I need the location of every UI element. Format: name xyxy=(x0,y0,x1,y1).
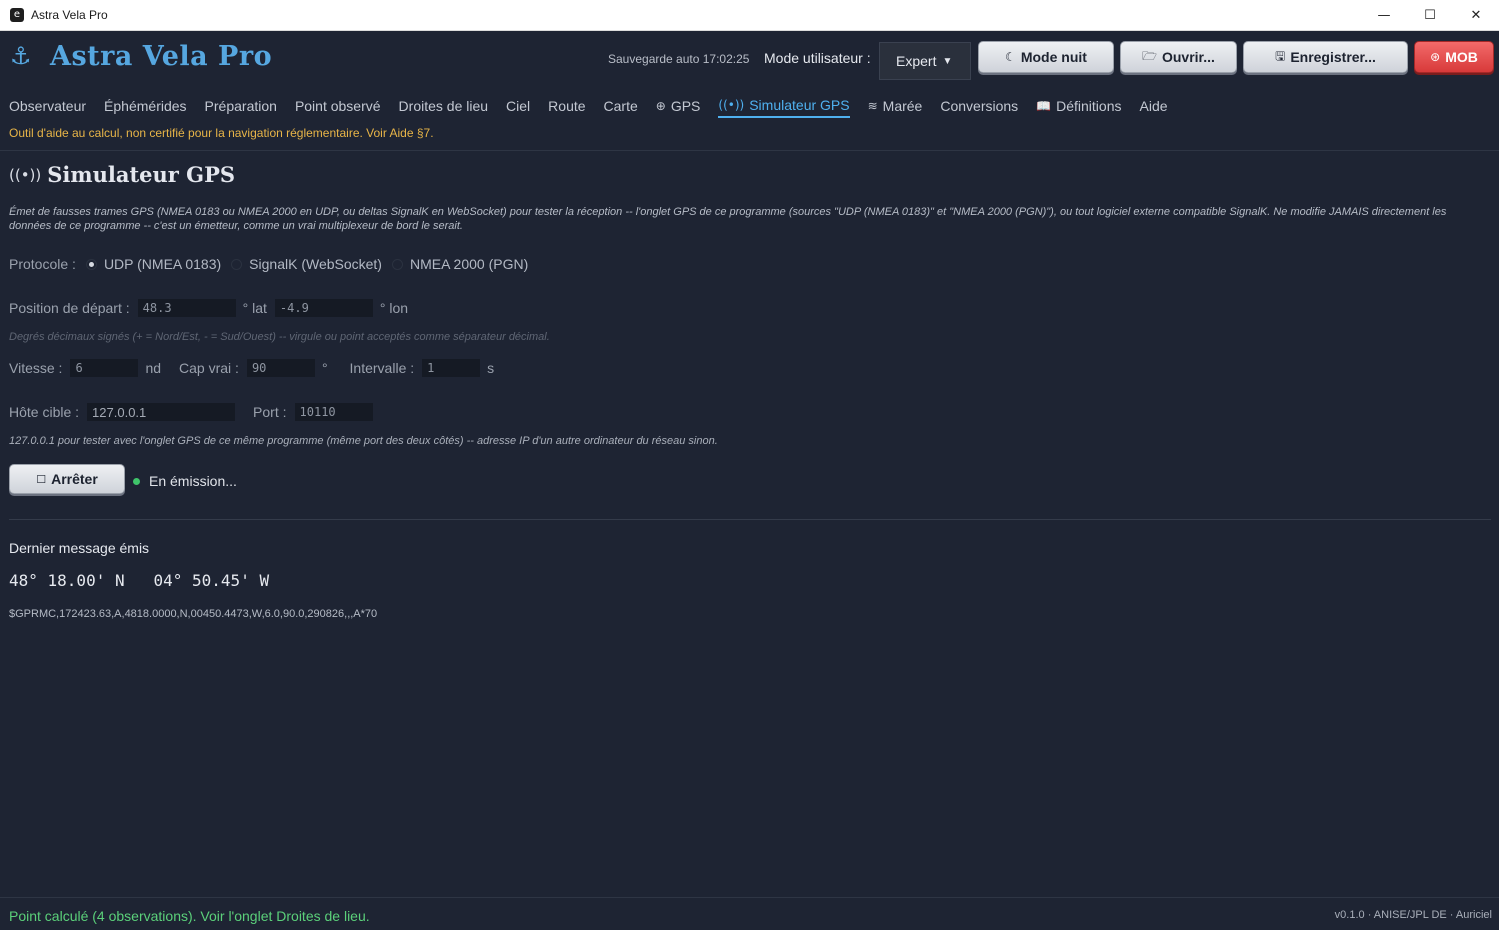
close-icon[interactable]: ✕ xyxy=(1453,0,1499,31)
user-mode-select[interactable]: Expert ▼ xyxy=(879,42,971,80)
window-titlebar: e Astra Vela Pro — ☐ ✕ xyxy=(0,0,1499,31)
header-divider xyxy=(0,150,1499,151)
tab-carte[interactable]: Carte xyxy=(604,94,638,118)
open-label: Ouvrir... xyxy=(1161,49,1215,65)
radio-icon xyxy=(391,258,403,270)
host-input[interactable] xyxy=(87,403,236,421)
window-controls: — ☐ ✕ xyxy=(1361,0,1499,31)
anchor-icon: ⚓ xyxy=(10,42,32,70)
broadcast-icon: ((•)) xyxy=(718,98,745,112)
protocol-label: Protocole : xyxy=(9,256,76,272)
port-input[interactable] xyxy=(294,403,373,421)
start-position-row: Position de départ : ° lat ° lon xyxy=(9,299,416,317)
protocol-radio-signalk[interactable]: SignalK (WebSocket) xyxy=(231,256,382,272)
tab-route[interactable]: Route xyxy=(548,94,585,118)
heading-input[interactable] xyxy=(246,359,315,377)
tab-ciel[interactable]: Ciel xyxy=(506,94,530,118)
app-title: Astra Vela Pro xyxy=(50,41,273,72)
simulator-description: Émet de fausses trames GPS (NMEA 0183 ou… xyxy=(9,206,1447,232)
folder-icon: 🗁 xyxy=(1142,48,1157,63)
section-title: ((•)) Simulateur GPS xyxy=(9,162,235,187)
last-message-label: Dernier message émis xyxy=(9,540,150,556)
mob-button[interactable]: ⊛ MOB xyxy=(1414,41,1494,73)
status-bar-message: Point calculé (4 observations). Voir l'o… xyxy=(9,908,370,924)
emission-status-text: En émission... xyxy=(149,473,237,489)
tab-maree[interactable]: ≋ Marée xyxy=(868,94,923,118)
stop-button[interactable]: ☐ Arrêter xyxy=(9,464,125,494)
motion-row: Vitesse : nd Cap vrai : ° Intervalle : s xyxy=(9,359,502,377)
degrees-hint: Degrés décimaux signés (+ = Nord/Est, - … xyxy=(9,331,550,343)
tab-conversions[interactable]: Conversions xyxy=(940,94,1018,118)
tab-gps[interactable]: ⊕ GPS xyxy=(656,94,701,118)
save-label: Enregistrer... xyxy=(1290,49,1376,65)
main-tabs: Observateur Éphémérides Préparation Poin… xyxy=(9,94,1168,120)
autosave-status: Sauvegarde auto 17:02:25 xyxy=(608,52,750,66)
app-icon: e xyxy=(10,8,24,22)
interval-input[interactable] xyxy=(422,359,481,377)
open-button[interactable]: 🗁 Ouvrir... xyxy=(1120,41,1237,73)
longitude-unit: ° lon xyxy=(379,300,409,316)
heading-label: Cap vrai : xyxy=(179,360,239,376)
speed-label: Vitesse : xyxy=(9,360,63,376)
longitude-input[interactable] xyxy=(274,299,373,317)
disk-icon: 🖫 xyxy=(1275,48,1286,63)
chevron-down-icon: ▼ xyxy=(942,55,953,67)
tab-ephemerides[interactable]: Éphémérides xyxy=(104,94,187,118)
start-position-label: Position de départ : xyxy=(9,300,130,316)
host-label: Hôte cible : xyxy=(9,404,80,420)
speed-input[interactable] xyxy=(70,359,139,377)
section-title-text: Simulateur GPS xyxy=(47,162,236,187)
waves-icon: ≋ xyxy=(867,99,878,113)
night-mode-label: Mode nuit xyxy=(1020,49,1087,65)
moon-icon: ☾ xyxy=(1005,50,1016,64)
heading-unit: ° xyxy=(321,360,328,376)
protocol-radio-udp[interactable]: UDP (NMEA 0183) xyxy=(85,256,221,272)
user-mode-value: Expert xyxy=(896,53,937,69)
interval-label: Intervalle : xyxy=(349,360,415,376)
book-icon: 📖 xyxy=(1036,99,1052,113)
status-bar: Point calculé (4 observations). Voir l'o… xyxy=(0,897,1499,930)
tab-point-observe[interactable]: Point observé xyxy=(295,94,381,118)
latitude-input[interactable] xyxy=(137,299,236,317)
section-divider xyxy=(9,519,1491,520)
emission-status: En émission... xyxy=(133,473,237,489)
app-header: ⚓ Astra Vela Pro Sauvegarde auto 17:02:2… xyxy=(0,31,1499,86)
user-mode-label: Mode utilisateur : xyxy=(764,50,871,66)
host-hint: 127.0.0.1 pour tester avec l'onglet GPS … xyxy=(9,435,718,447)
last-nmea-sentence: $GPRMC,172423.63,A,4818.0000,N,00450.447… xyxy=(9,608,378,620)
port-label: Port : xyxy=(253,404,287,420)
target-row: Hôte cible : Port : xyxy=(9,403,373,421)
tab-droites-de-lieu[interactable]: Droites de lieu xyxy=(399,94,489,118)
tab-simulateur-gps[interactable]: ((•)) Simulateur GPS xyxy=(718,94,850,118)
mob-label: MOB xyxy=(1445,49,1478,65)
night-mode-button[interactable]: ☾ Mode nuit xyxy=(978,41,1114,73)
last-message-coords: 48° 18.00' N 04° 50.45' W xyxy=(9,571,270,590)
crosshair-icon: ⊕ xyxy=(655,99,666,113)
tab-preparation[interactable]: Préparation xyxy=(205,94,277,118)
radio-selected-icon xyxy=(85,258,97,270)
minimize-icon[interactable]: — xyxy=(1361,0,1407,31)
tab-observateur[interactable]: Observateur xyxy=(9,94,86,118)
protocol-radio-nmea2000[interactable]: NMEA 2000 (PGN) xyxy=(391,256,528,272)
speed-unit: nd xyxy=(145,360,162,376)
tab-aide[interactable]: Aide xyxy=(1140,94,1168,118)
stop-label: Arrêter xyxy=(51,471,98,487)
stop-icon: ☐ xyxy=(36,472,47,486)
latitude-unit: ° lat xyxy=(242,300,267,316)
tab-definitions[interactable]: 📖 Définitions xyxy=(1036,94,1121,118)
protocol-row: Protocole : UDP (NMEA 0183) SignalK (Web… xyxy=(9,256,528,272)
status-led-icon xyxy=(133,477,140,485)
radio-icon xyxy=(231,258,243,270)
certification-warning: Outil d'aide au calcul, non certifié pou… xyxy=(9,126,434,140)
maximize-icon[interactable]: ☐ xyxy=(1407,0,1453,31)
save-button[interactable]: 🖫 Enregistrer... xyxy=(1243,41,1408,73)
broadcast-icon: ((•)) xyxy=(9,165,42,184)
version-info: v0.1.0 · ANISE/JPL DE · Auriciel xyxy=(1334,909,1492,921)
window-title: Astra Vela Pro xyxy=(31,8,108,22)
lifebuoy-icon: ⊛ xyxy=(1430,50,1441,64)
interval-unit: s xyxy=(487,360,495,376)
